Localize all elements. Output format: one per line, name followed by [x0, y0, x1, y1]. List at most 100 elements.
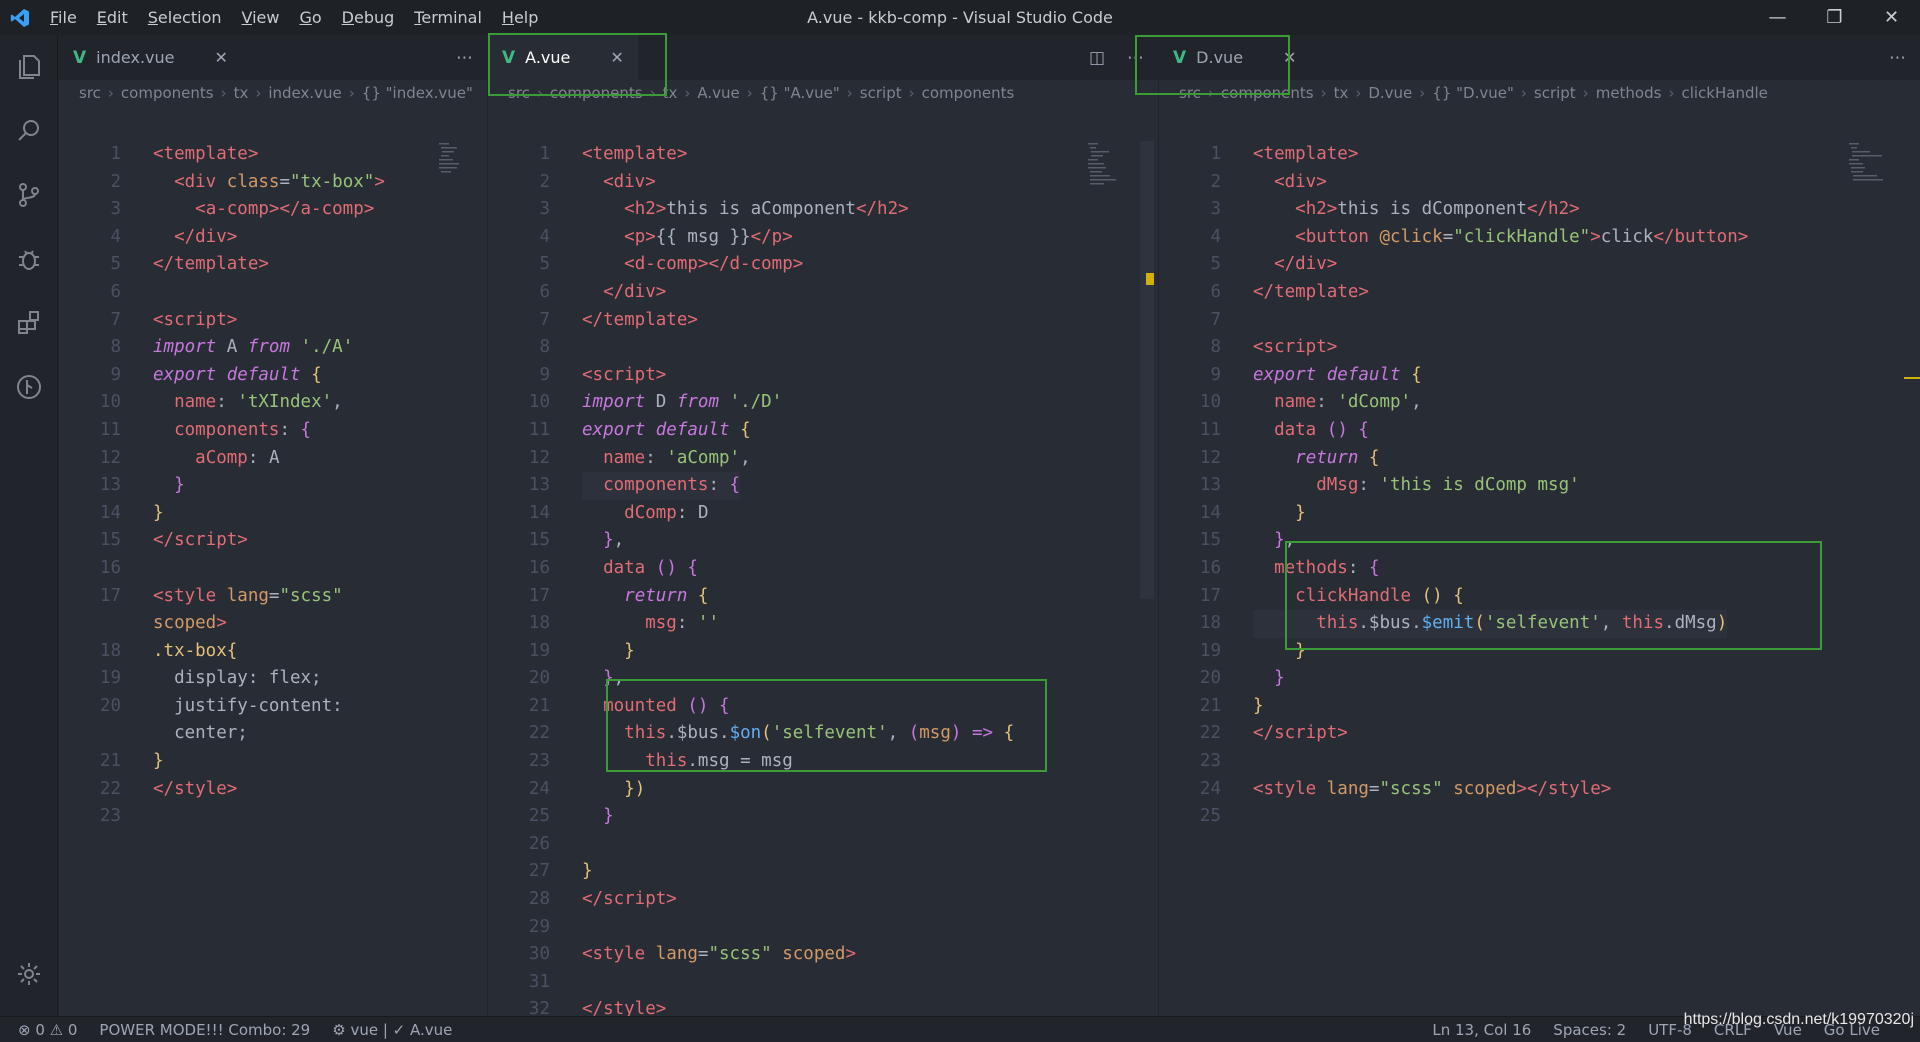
code-line: 13 } [59, 472, 487, 500]
code-line: 15 }, [1159, 527, 1920, 555]
breadcrumb-item[interactable]: methods [1596, 84, 1662, 102]
line-number: 20 [99, 695, 121, 716]
breadcrumb-item[interactable]: {} "index.vue" [362, 84, 473, 102]
tab-d-vue[interactable]: V D.vue ✕ [1159, 35, 1310, 80]
breadcrumb-item[interactable]: {} "A.vue" [760, 84, 840, 102]
code-line: 17 <style lang="scss" [59, 583, 487, 611]
tab-a-vue[interactable]: V A.vue ✕ [488, 35, 638, 80]
more-actions-icon[interactable]: ⋯ [1889, 48, 1906, 68]
code-line: 11 data () { [1159, 417, 1920, 445]
line-number: 25 [528, 806, 550, 827]
code-text: methods: { [1274, 557, 1380, 578]
menu-item-file[interactable]: File [40, 8, 87, 27]
line-number: 23 [99, 806, 121, 827]
line-number: 10 [1199, 392, 1221, 413]
code-text: </template> [582, 309, 698, 330]
breadcrumb-item[interactable]: components [550, 84, 643, 102]
gear-icon[interactable] [0, 942, 58, 1006]
close-window-icon[interactable]: ✕ [1863, 0, 1920, 35]
more-actions-icon[interactable]: ⋯ [456, 48, 473, 68]
vue-status[interactable]: ⚙ vue | ✓ A.vue [332, 1021, 452, 1039]
tab-index-vue[interactable]: V index.vue ✕ [59, 35, 242, 80]
menu-item-debug[interactable]: Debug [332, 8, 405, 27]
code-line: 5 </template> [59, 251, 487, 279]
breadcrumb-item[interactable]: tx [234, 84, 249, 102]
line-number: 13 [528, 475, 550, 496]
breadcrumb-item[interactable]: D.vue [1368, 84, 1412, 102]
close-icon[interactable]: ✕ [610, 48, 623, 67]
line-number: 22 [528, 723, 550, 744]
breadcrumb-separator-icon: › [1520, 84, 1527, 102]
more-actions-icon[interactable]: ⋯ [1127, 48, 1144, 68]
source-control-icon[interactable] [0, 163, 58, 227]
breadcrumb-item[interactable]: components [1221, 84, 1314, 102]
indentation[interactable]: Spaces: 2 [1553, 1021, 1626, 1039]
breadcrumb-item[interactable]: clickHandle [1681, 84, 1767, 102]
breadcrumb-item[interactable]: src [508, 84, 530, 102]
breadcrumb-item[interactable]: tx [663, 84, 678, 102]
breadcrumb-item[interactable]: components [922, 84, 1015, 102]
close-icon[interactable]: ✕ [214, 48, 227, 67]
code-line: 6 </template> [1159, 279, 1920, 307]
line-number: 20 [528, 668, 550, 689]
line-number: 31 [528, 971, 550, 992]
code-text: return { [624, 585, 709, 606]
minimap[interactable] [1849, 141, 1909, 201]
code-editor[interactable]: 1 <template> 2 <div> 3 <h2>this is dCompone… [1159, 141, 1920, 1016]
code-text: data () { [603, 557, 698, 578]
code-text: import A from './A' [153, 337, 354, 358]
breadcrumb-item[interactable]: src [1179, 84, 1201, 102]
search-icon[interactable] [0, 99, 58, 163]
line-number: 17 [99, 585, 121, 606]
code-text: } [1274, 668, 1285, 689]
code-text: </style> [582, 999, 667, 1016]
menu-item-selection[interactable]: Selection [138, 8, 232, 27]
breadcrumb-item[interactable]: src [79, 84, 101, 102]
line-number: 3 [1210, 199, 1221, 220]
menu-item-edit[interactable]: Edit [87, 8, 138, 27]
gitlens-icon[interactable] [0, 355, 58, 419]
extensions-icon[interactable] [0, 291, 58, 355]
menu-item-terminal[interactable]: Terminal [404, 8, 492, 27]
breadcrumb-separator-icon: › [107, 84, 114, 102]
breadcrumb-item[interactable]: A.vue [697, 84, 739, 102]
code-editor[interactable]: 1 <template> 2 <div> 3 <h2>this is aCompone… [488, 141, 1158, 1016]
code-line: 7 [1159, 307, 1920, 335]
code-editor[interactable]: 1 <template> 2 <div class="tx-box"> 3 <a-co… [59, 141, 487, 1016]
code-text: } [153, 751, 164, 772]
scrollbar[interactable] [1140, 141, 1154, 599]
breadcrumb-item[interactable]: components [121, 84, 214, 102]
code-text: <template> [1253, 144, 1359, 164]
menu-item-help[interactable]: Help [492, 8, 548, 27]
code-text: <template> [153, 144, 259, 164]
code-line: scoped> [59, 610, 487, 638]
split-editor-icon[interactable]: ◫ [1089, 48, 1105, 68]
cursor-position[interactable]: Ln 13, Col 16 [1432, 1021, 1531, 1039]
problems-indicator[interactable]: ⊗ 0 ⚠ 0 [18, 1021, 77, 1039]
code-text: mounted () { [603, 695, 730, 716]
explorer-icon[interactable] [0, 35, 58, 99]
minimize-icon[interactable]: — [1749, 0, 1806, 35]
code-line: 17 return { [488, 583, 1158, 611]
menu-item-go[interactable]: Go [289, 8, 331, 27]
breadcrumb: src › components › tx › D.vue › {} "D.vue" › scrip… [1159, 80, 1920, 106]
restore-icon[interactable]: ❐ [1806, 0, 1863, 35]
code-text: export default { [582, 419, 751, 440]
line-number: 5 [1210, 254, 1221, 275]
minimap[interactable] [439, 141, 487, 201]
status-bar: ⊗ 0 ⚠ 0 POWER MODE!!! Combo: 29 ⚙ vue | … [0, 1016, 1920, 1042]
breadcrumb-item[interactable]: index.vue [268, 84, 341, 102]
debug-icon[interactable] [0, 227, 58, 291]
breadcrumb-item[interactable]: script [860, 84, 902, 102]
breadcrumb-item[interactable]: script [1534, 84, 1576, 102]
breadcrumb-item[interactable]: tx [1334, 84, 1349, 102]
line-number: 4 [1210, 226, 1221, 247]
breadcrumb-separator-icon: › [649, 84, 656, 102]
close-icon[interactable]: ✕ [1283, 48, 1296, 67]
minimap[interactable] [1088, 141, 1148, 201]
line-number: 3 [539, 199, 550, 220]
code-text: components: { [582, 472, 741, 500]
code-line: 1 <template> [1159, 141, 1920, 169]
breadcrumb-item[interactable]: {} "D.vue" [1432, 84, 1514, 102]
menu-item-view[interactable]: View [232, 8, 290, 27]
